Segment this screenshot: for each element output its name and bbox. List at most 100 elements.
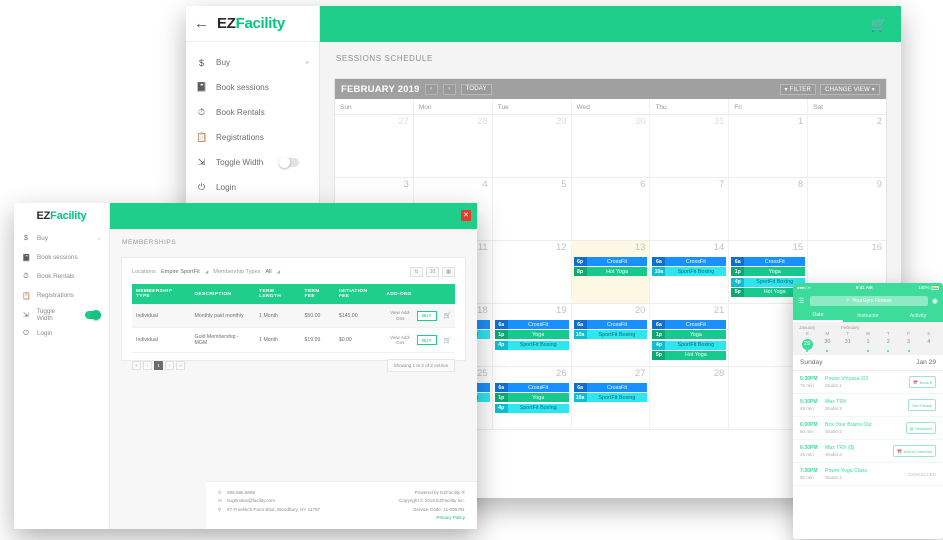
page-prev-button[interactable]: ‹ — [143, 361, 152, 371]
calendar-day-cell[interactable]: 6 — [570, 178, 650, 240]
sidebar-item-toggle-width[interactable]: ⇲ Toggle Width — [186, 150, 319, 175]
add-to-cart-icon[interactable]: 🛒 — [444, 337, 451, 344]
filter-button[interactable]: ▾ FILTER — [779, 83, 817, 95]
calendar-day-cell[interactable]: 1 — [728, 115, 807, 177]
locations-select[interactable]: Empire SportFit — [161, 269, 200, 275]
add-to-cart-icon[interactable]: 🛒 — [444, 312, 451, 319]
calendar-day-cell[interactable]: 27 — [335, 115, 413, 177]
page-first-button[interactable]: « — [132, 361, 141, 371]
columns-icon[interactable]: ▦ — [442, 267, 455, 277]
calendar-event[interactable]: 4p SportFit Boxing — [494, 403, 569, 413]
calendar-event[interactable]: 4p SportFit Boxing — [652, 340, 727, 350]
class-list-item[interactable]: 5:30PM 75 min Power Vinyasa 2/3 Studio 1 📅 Bo… — [793, 371, 943, 394]
calendar-day-cell[interactable]: 12 — [491, 241, 571, 303]
calendar-day-cell[interactable]: 14 6a CrossFit 10a SportFit Boxing — [649, 241, 728, 303]
class-action-button[interactable]: 📅 Book It — [909, 376, 936, 388]
sidebar-item-book-rentals[interactable]: ⏱ Book Rentals — [186, 100, 319, 125]
mem-sidebar-item-book-rentals[interactable]: ⏱ Book Rentals — [14, 267, 109, 286]
table-column-header[interactable]: TERM FEE — [300, 284, 335, 304]
calendar-day-cell[interactable]: 5 — [491, 178, 571, 240]
calendar-day-cell[interactable]: 2 — [807, 115, 886, 177]
calendar-day-cell[interactable]: 20 6a CrossFit 10a SportFit Boxing — [570, 304, 650, 366]
mem-sidebar-item-buy[interactable]: $ Buy ▸ — [14, 229, 109, 248]
sidebar-item-registrations[interactable]: 📋 Registrations — [186, 125, 319, 150]
calendar-event[interactable]: 10a SportFit Boxing — [652, 267, 727, 277]
class-action-button[interactable]: ▤ Waitlisted — [905, 422, 936, 434]
table-column-header[interactable]: ADD-ONS — [382, 284, 455, 304]
calendar-day-cell[interactable]: 9 — [807, 178, 886, 240]
phone-day-cell[interactable]: 30 — [817, 339, 837, 352]
today-button[interactable]: TODAY — [460, 83, 492, 95]
class-list-item[interactable]: 6:00PM 60 min Box Your Brains Out Studio 2 ▤… — [793, 417, 943, 440]
calendar-event[interactable]: 1p Yoga — [652, 330, 727, 340]
buy-button[interactable]: BUY — [417, 310, 437, 321]
class-list-item[interactable]: 7:30PM 60 min Power Yoga Class Studio 1 CANC… — [793, 463, 943, 486]
calendar-day-cell[interactable]: 7 — [649, 178, 728, 240]
sidebar-item-book-sessions[interactable]: 📓 Book sessions — [186, 75, 319, 100]
next-month-button[interactable]: › — [442, 83, 456, 95]
calendar-day-cell[interactable]: 30 — [570, 115, 650, 177]
tab-date[interactable]: Date — [793, 309, 843, 322]
calendar-day-cell[interactable]: 26 6a CrossFit 1p Yoga 4p SportFit Boxing — [491, 367, 571, 429]
change-view-button[interactable]: CHANGE VIEW ▾ — [820, 83, 880, 95]
calendar-event[interactable]: 10a SportFit Boxing — [573, 330, 648, 340]
page-next-button[interactable]: › — [165, 361, 174, 371]
class-action-button[interactable]: See Details — [908, 399, 936, 411]
calendar-event[interactable]: 10a SportFit Boxing — [573, 393, 648, 403]
sidebar-item-login[interactable]: ⏻ Login — [186, 175, 319, 200]
class-action-button[interactable]: 📆 Add to Calendar — [893, 445, 936, 457]
calendar-event[interactable]: 6a CrossFit — [573, 320, 648, 329]
phone-day-cell[interactable]: 29 — [797, 339, 817, 352]
page-last-button[interactable]: » — [176, 361, 185, 371]
calendar-day-cell[interactable]: 8 — [728, 178, 807, 240]
calendar-event[interactable]: 6a CrossFit — [494, 383, 569, 392]
privacy-policy-link[interactable]: Privacy Policy — [399, 514, 465, 522]
calendar-event[interactable]: 8p Hot Yoga — [573, 267, 648, 277]
table-column-header[interactable]: MEMBERSHIP TYPE — [132, 284, 191, 304]
calendar-day-cell[interactable]: 28 — [649, 367, 728, 429]
view-add-ons-link[interactable]: View Add-Ons — [386, 310, 414, 321]
rows-per-page-select[interactable]: 10 — [426, 267, 439, 277]
mem-sidebar-item-book-sessions[interactable]: 📓 Book sessions — [14, 248, 109, 267]
class-list-item[interactable]: 5:30PM 45 min Max TRX Studio 3 See Details — [793, 394, 943, 417]
sidebar-item-buy[interactable]: $ Buy ▸ — [186, 50, 319, 75]
table-column-header[interactable]: TERM LENGTH — [255, 284, 301, 304]
calendar-day-cell[interactable]: 13 6p CrossFit 8p Hot Yoga — [570, 241, 650, 303]
calendar-event[interactable]: 1p Yoga — [731, 267, 806, 277]
phone-day-cell[interactable]: 4 — [919, 339, 939, 351]
calendar-day-cell[interactable]: 28 — [412, 115, 492, 177]
calendar-event[interactable]: 6a CrossFit — [573, 383, 648, 392]
mem-sidebar-item-login[interactable]: ⏻ Login — [14, 324, 109, 343]
cart-icon[interactable]: 🛒 — [871, 17, 887, 33]
membership-types-select[interactable]: All — [265, 269, 271, 275]
calendar-day-cell[interactable]: 31 — [649, 115, 728, 177]
calendar-day-cell[interactable]: 19 6a CrossFit 1p Yoga 4p SportFit Boxing — [491, 304, 571, 366]
class-list-item[interactable]: 6:30PM 45 min Max TRX ($) Studio 3 📆 Add to C… — [793, 440, 943, 463]
calendar-event[interactable]: 6a CrossFit — [652, 257, 727, 266]
back-arrow-icon[interactable]: ← — [194, 16, 209, 31]
close-icon[interactable]: ✕ — [461, 210, 471, 221]
table-column-header[interactable]: DESCRIPTION — [190, 284, 256, 304]
footer-email[interactable]: hughmiles@facility.com — [227, 497, 275, 505]
location-icon[interactable]: ◉ — [932, 297, 938, 305]
calendar-day-cell[interactable]: 27 6a CrossFit 10a SportFit Boxing — [570, 367, 650, 429]
view-add-ons-link[interactable]: View Add-Ons — [386, 335, 414, 346]
toggle-width-switch-on[interactable] — [84, 309, 101, 320]
buy-button[interactable]: BUY — [417, 335, 437, 346]
page-1-button[interactable]: 1 — [154, 361, 163, 371]
calendar-event[interactable]: 1p Yoga — [494, 330, 569, 340]
calendar-day-cell[interactable]: 29 — [491, 115, 571, 177]
calendar-event[interactable]: 4p SportFit Boxing — [494, 340, 569, 350]
mem-sidebar-item-toggle-width[interactable]: ⇲ Toggle Width — [14, 305, 109, 324]
phone-day-cell[interactable]: 1 — [858, 339, 878, 352]
phone-day-cell[interactable]: 3 — [898, 339, 918, 352]
refresh-icon[interactable]: ⇅ — [410, 267, 423, 277]
table-column-header[interactable]: INITIATION FEE — [334, 284, 383, 304]
search-input[interactable]: ⌕ YourGym Fitness — [810, 295, 928, 306]
calendar-event[interactable]: 6a CrossFit — [494, 320, 569, 329]
phone-day-cell[interactable]: 2 — [878, 339, 898, 352]
toggle-width-switch[interactable] — [279, 156, 300, 168]
calendar-event[interactable]: 6a CrossFit — [652, 320, 727, 329]
mem-sidebar-item-registrations[interactable]: 📋 Registrations — [14, 286, 109, 305]
menu-icon[interactable]: ☰ — [798, 297, 806, 305]
